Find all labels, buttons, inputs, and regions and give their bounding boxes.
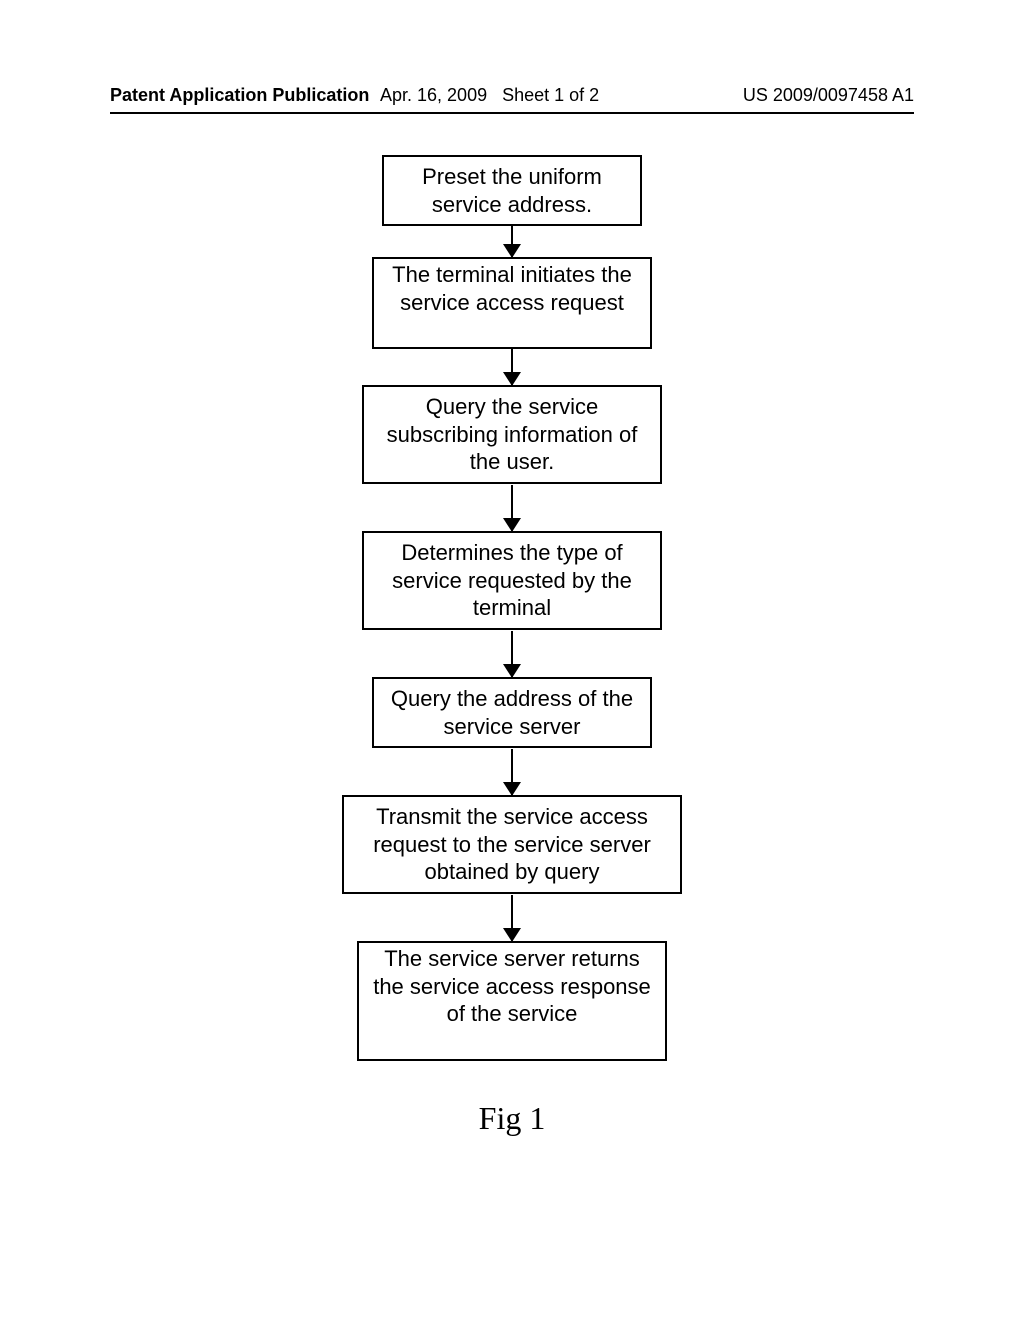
flow-step-3: Query the service subscribing informatio… xyxy=(362,385,662,484)
header-divider xyxy=(110,112,914,114)
flow-step-7-label: The service server returns the service a… xyxy=(373,946,651,1026)
flow-step-1: Preset the uniform service address. xyxy=(382,155,642,226)
header-date-sheet: Apr. 16, 2009 Sheet 1 of 2 xyxy=(380,85,599,106)
flow-arrow-4-5 xyxy=(511,631,513,677)
flow-step-5: Query the address of the service server xyxy=(372,677,652,748)
flow-arrow-1-2 xyxy=(511,225,513,257)
flow-step-2: The terminal initiates the service acces… xyxy=(372,257,652,349)
flow-step-1-label: Preset the uniform service address. xyxy=(422,164,602,217)
flow-step-5-label: Query the address of the service server xyxy=(391,686,633,739)
flow-step-3-label: Query the service subscribing informatio… xyxy=(387,394,638,474)
flow-step-7: The service server returns the service a… xyxy=(357,941,667,1061)
flow-arrow-3-4 xyxy=(511,485,513,531)
flow-arrow-5-6 xyxy=(511,749,513,795)
flow-step-6: Transmit the service access request to t… xyxy=(342,795,682,894)
flow-step-6-label: Transmit the service access request to t… xyxy=(373,804,651,884)
flow-arrow-2-3 xyxy=(511,349,513,385)
header-date: Apr. 16, 2009 xyxy=(380,85,487,105)
header-publication-label: Patent Application Publication xyxy=(110,85,369,106)
flow-step-4: Determines the type of service requested… xyxy=(362,531,662,630)
flow-step-4-label: Determines the type of service requested… xyxy=(392,540,632,620)
header-pubno: US 2009/0097458 A1 xyxy=(743,85,914,106)
figure-caption: Fig 1 xyxy=(0,1100,1024,1137)
patent-page: Patent Application Publication Apr. 16, … xyxy=(0,0,1024,1320)
header-sheet: Sheet 1 of 2 xyxy=(502,85,599,105)
flow-step-2-label: The terminal initiates the service acces… xyxy=(392,262,632,315)
flow-arrow-6-7 xyxy=(511,895,513,941)
